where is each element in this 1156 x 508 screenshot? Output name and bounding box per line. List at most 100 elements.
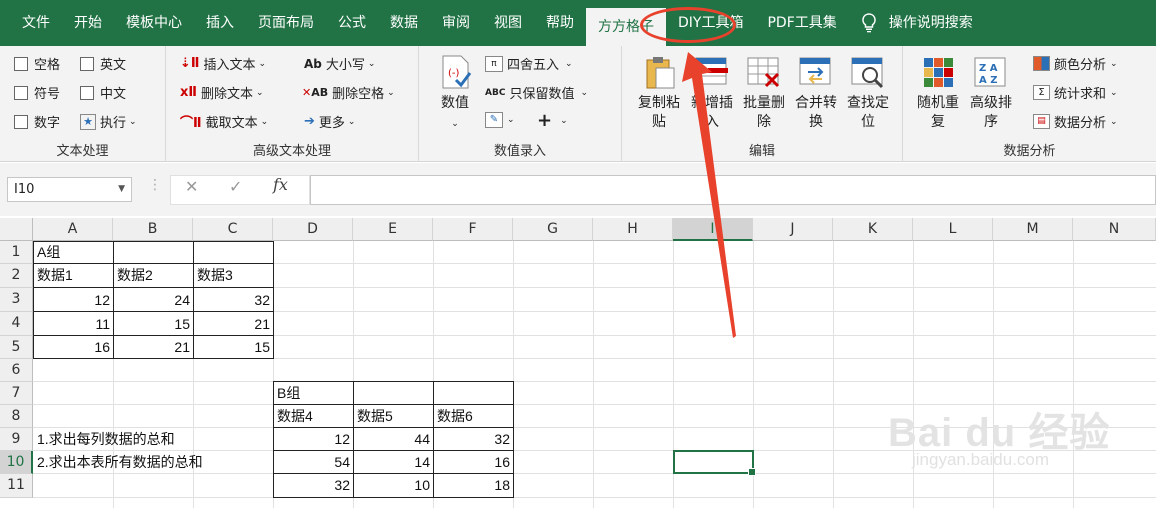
cell-a9[interactable]: 1.求出每列数据的总和 xyxy=(34,428,178,450)
cell-e10[interactable]: 14 xyxy=(354,451,433,473)
tab-formulas[interactable]: 公式 xyxy=(326,0,378,46)
cell-f9[interactable]: 32 xyxy=(434,428,513,450)
chevron-down-icon[interactable]: ▼ xyxy=(118,178,125,201)
column-header-h[interactable]: H xyxy=(593,218,673,241)
option-digit[interactable]: 数字 xyxy=(14,112,60,131)
column-header-i[interactable]: I xyxy=(673,218,753,241)
tab-insert[interactable]: 插入 xyxy=(194,0,246,46)
formula-input[interactable] xyxy=(310,175,1156,205)
extract-text-button[interactable]: ⌒Ⅱ 截取文本 ⌄ xyxy=(180,112,268,131)
row-header-10[interactable]: 10 xyxy=(0,451,33,474)
cell-f10[interactable]: 16 xyxy=(434,451,513,473)
tab-help[interactable]: 帮助 xyxy=(534,0,586,46)
column-header-f[interactable]: F xyxy=(433,218,513,241)
cell-f8[interactable]: 数据6 xyxy=(434,405,513,427)
cell-b3[interactable]: 24 xyxy=(114,289,193,311)
row-header-6[interactable]: 6 xyxy=(0,359,33,382)
column-header-l[interactable]: L xyxy=(913,218,993,241)
cell-e9[interactable]: 44 xyxy=(354,428,433,450)
column-header-m[interactable]: M xyxy=(993,218,1073,241)
column-header-g[interactable]: G xyxy=(513,218,593,241)
tab-template-center[interactable]: 模板中心 xyxy=(114,0,194,46)
column-header-c[interactable]: C xyxy=(193,218,273,241)
row-header-8[interactable]: 8 xyxy=(0,405,33,428)
column-header-n[interactable]: N xyxy=(1073,218,1156,241)
cell-d11[interactable]: 32 xyxy=(274,474,353,496)
cell-c5[interactable]: 15 xyxy=(194,336,273,358)
cell-a5[interactable]: 16 xyxy=(34,336,113,358)
row-header-5[interactable]: 5 xyxy=(0,336,33,359)
advanced-sort-button[interactable]: Z AA Z 高级排 序 xyxy=(965,54,1017,132)
option-space[interactable]: 空格 xyxy=(14,54,60,73)
row-header-11[interactable]: 11 xyxy=(0,474,33,498)
name-box[interactable]: I10 ▼ xyxy=(7,177,132,202)
cell-d9[interactable]: 12 xyxy=(274,428,353,450)
cell-a10[interactable]: 2.求出本表所有数据的总和 xyxy=(34,451,206,473)
edit-pen-button[interactable]: ✎ ⌄ xyxy=(485,112,515,128)
tab-data[interactable]: 数据 xyxy=(378,0,430,46)
cell-b4[interactable]: 15 xyxy=(114,313,193,335)
batch-delete-button[interactable]: 批量删 除 xyxy=(738,54,790,132)
column-header-k[interactable]: K xyxy=(833,218,913,241)
cell-e8[interactable]: 数据5 xyxy=(354,405,433,427)
row-header-9[interactable]: 9 xyxy=(0,428,33,451)
cancel-icon[interactable]: ✕ xyxy=(185,177,198,196)
cell-a1[interactable]: A组 xyxy=(34,241,113,263)
tab-review[interactable]: 审阅 xyxy=(430,0,482,46)
merge-convert-button[interactable]: 合并转 换 xyxy=(790,54,842,132)
find-locate-button[interactable]: 查找定 位 xyxy=(842,54,894,132)
column-header-j[interactable]: J xyxy=(753,218,833,241)
cell-d7[interactable]: B组 xyxy=(274,382,353,404)
cell-c4[interactable]: 21 xyxy=(194,313,273,335)
tab-home[interactable]: 开始 xyxy=(62,0,114,46)
selected-cell-i10[interactable] xyxy=(673,450,756,476)
case-button[interactable]: Ab 大小写 ⌄ xyxy=(304,54,375,74)
row-header-3[interactable]: 3 xyxy=(0,288,33,312)
row-header-7[interactable]: 7 xyxy=(0,382,33,405)
tell-me-search[interactable]: 操作说明搜索 xyxy=(849,0,985,46)
enter-check-icon[interactable]: ✓ xyxy=(229,177,242,196)
column-header-a[interactable]: A xyxy=(33,218,113,241)
tab-pdf-tools[interactable]: PDF工具集 xyxy=(755,0,848,46)
cell-a3[interactable]: 12 xyxy=(34,289,113,311)
row-header-1[interactable]: 1 xyxy=(0,241,33,264)
insert-function-icon[interactable]: fx xyxy=(273,175,288,194)
execute-button[interactable]: ★ 执行 ⌄ xyxy=(80,112,137,131)
tab-file[interactable]: 文件 xyxy=(0,0,62,46)
data-analysis-button[interactable]: ▤ 数据分析 ⌄ xyxy=(1033,112,1118,131)
plus-button[interactable]: + ⌄ xyxy=(537,110,568,131)
cell-e11[interactable]: 10 xyxy=(354,474,433,496)
value-button[interactable]: (-) 数值 ⌄ xyxy=(435,54,475,134)
cell-b2[interactable]: 数据2 xyxy=(114,264,193,286)
cell-c3[interactable]: 32 xyxy=(194,289,273,311)
cell-c2[interactable]: 数据3 xyxy=(194,264,273,286)
tab-page-layout[interactable]: 页面布局 xyxy=(246,0,326,46)
option-symbol[interactable]: 符号 xyxy=(14,83,60,102)
option-english[interactable]: 英文 xyxy=(80,54,126,73)
cell-d8[interactable]: 数据4 xyxy=(274,405,353,427)
delete-space-button[interactable]: ✕AB 删除空格 ⌄ xyxy=(302,83,395,102)
color-analysis-button[interactable]: 颜色分析 ⌄ xyxy=(1033,54,1118,73)
tab-diy-toolbox[interactable]: DIY工具箱 xyxy=(666,0,755,46)
row-header-4[interactable]: 4 xyxy=(0,312,33,336)
more-button[interactable]: ➔ 更多 ⌄ xyxy=(304,112,355,131)
select-all-corner[interactable] xyxy=(0,218,33,241)
cell-d10[interactable]: 54 xyxy=(274,451,353,473)
stats-sum-button[interactable]: Σ 统计求和 ⌄ xyxy=(1033,83,1118,102)
random-repeat-button[interactable]: 随机重 复 xyxy=(913,54,963,132)
option-chinese[interactable]: 中文 xyxy=(80,83,126,102)
column-header-b[interactable]: B xyxy=(113,218,193,241)
insert-text-button[interactable]: ⇣Ⅱ 插入文本 ⌄ xyxy=(180,54,266,73)
cell-a2[interactable]: 数据1 xyxy=(34,264,113,286)
cell-b5[interactable]: 21 xyxy=(114,336,193,358)
tab-view[interactable]: 视图 xyxy=(482,0,534,46)
round-button[interactable]: π 四舍五入 ⌄ xyxy=(485,54,573,73)
column-header-e[interactable]: E xyxy=(353,218,433,241)
row-header-2[interactable]: 2 xyxy=(0,264,33,288)
delete-text-button[interactable]: ⅹⅡ 删除文本 ⌄ xyxy=(180,83,264,102)
keep-value-button[interactable]: ABC 只保留数值 ⌄ xyxy=(485,83,588,102)
tab-fangfanggezi[interactable]: 方方格子 xyxy=(586,8,666,46)
copy-paste-button[interactable]: 复制粘 贴 xyxy=(634,54,684,132)
cell-a4[interactable]: 11 xyxy=(34,313,113,335)
new-insert-button[interactable]: 新增插 入 xyxy=(686,54,738,132)
